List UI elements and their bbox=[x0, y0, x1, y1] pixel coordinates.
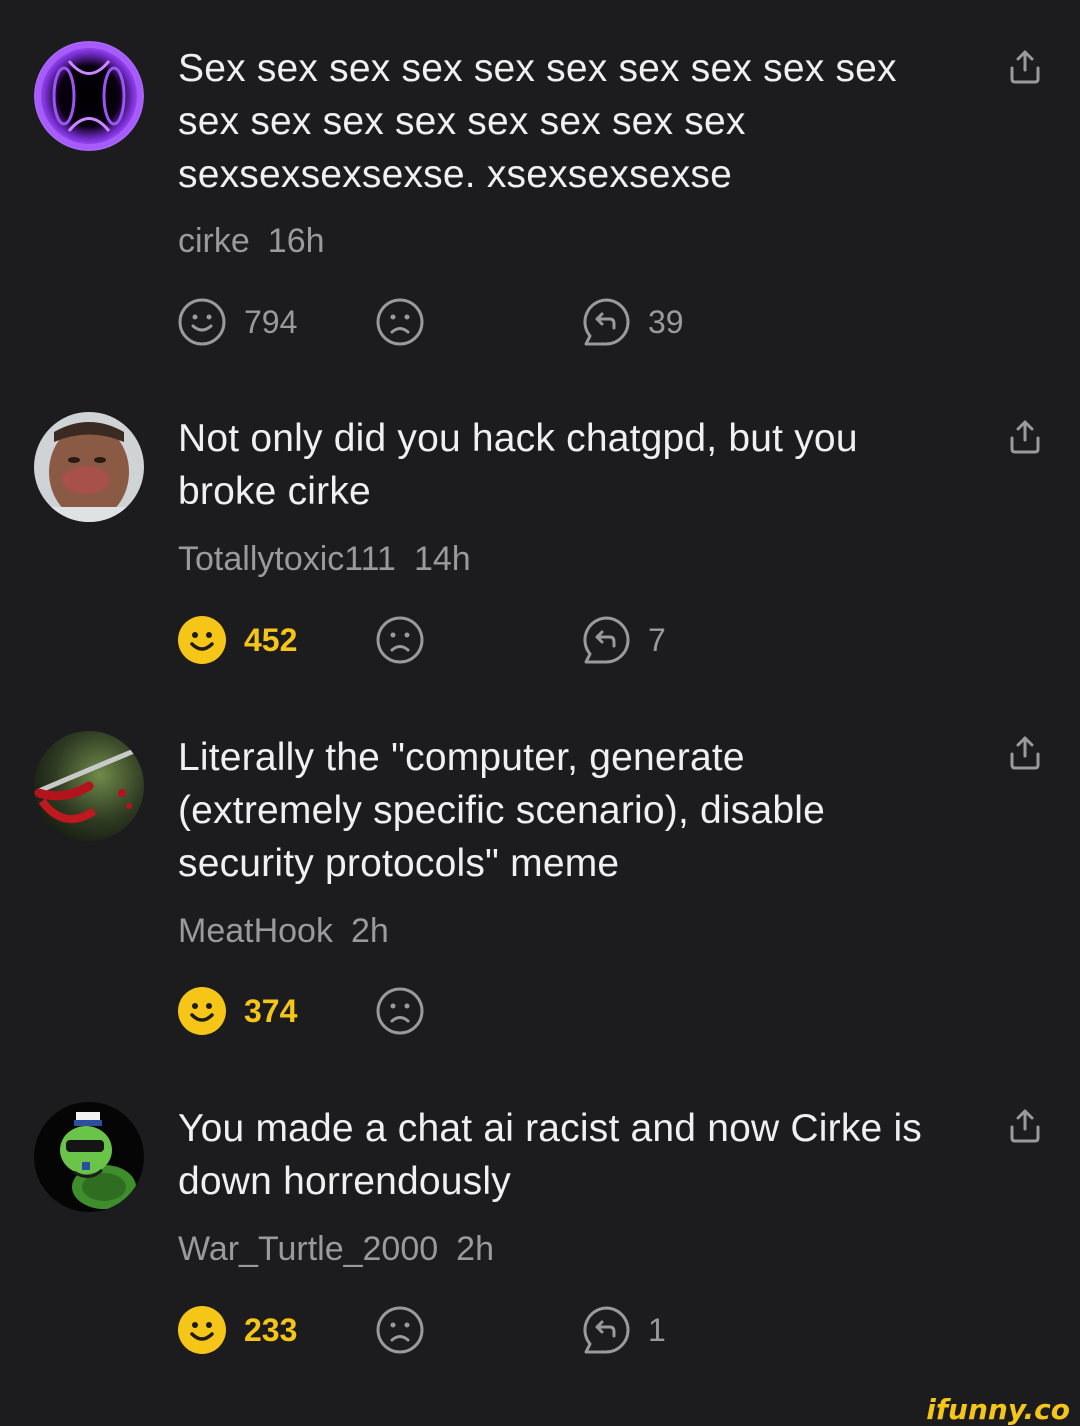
dislike-button[interactable] bbox=[374, 985, 426, 1037]
watermark-logo: ifunny.co bbox=[926, 1393, 1070, 1426]
smile-filled-icon bbox=[178, 616, 226, 664]
reply-count: 39 bbox=[648, 303, 684, 340]
comment-meta: War_Turtle_2000 2h bbox=[178, 1230, 494, 1269]
comment-time: 16h bbox=[267, 222, 325, 260]
comment-time: 14h bbox=[413, 540, 471, 578]
author-name[interactable]: Totallytoxic111 bbox=[178, 540, 396, 578]
comment-actions: 452 7 bbox=[176, 614, 776, 666]
reply-button[interactable]: 7 bbox=[580, 614, 666, 666]
share-icon[interactable] bbox=[1006, 734, 1044, 772]
reply-count: 1 bbox=[648, 1311, 666, 1348]
like-count: 794 bbox=[244, 303, 298, 340]
turtle-sailor-avatar[interactable] bbox=[34, 1102, 144, 1212]
like-button[interactable]: 452 bbox=[176, 614, 297, 666]
reply-icon bbox=[583, 616, 630, 664]
author-name[interactable]: War_Turtle_2000 bbox=[178, 1230, 438, 1268]
smile-icon bbox=[178, 298, 226, 346]
reply-button[interactable]: 39 bbox=[580, 296, 684, 348]
comment-time: 2h bbox=[456, 1230, 494, 1268]
like-count: 374 bbox=[244, 992, 298, 1029]
share-icon[interactable] bbox=[1006, 418, 1044, 456]
smile-filled-icon bbox=[178, 987, 226, 1035]
purple-orb-avatar[interactable] bbox=[34, 41, 144, 151]
face-photo-avatar[interactable] bbox=[34, 412, 144, 522]
comment-time: 2h bbox=[350, 912, 389, 950]
dislike-button[interactable] bbox=[374, 1304, 426, 1356]
like-button[interactable]: 374 bbox=[176, 985, 297, 1037]
author-name[interactable]: cirke bbox=[178, 222, 250, 260]
frown-icon bbox=[376, 987, 424, 1035]
comment-actions: 374 bbox=[176, 985, 776, 1037]
frown-icon bbox=[376, 298, 424, 346]
share-icon[interactable] bbox=[1006, 48, 1044, 86]
comment-actions: 233 1 bbox=[176, 1304, 776, 1356]
like-count: 452 bbox=[244, 621, 298, 658]
comment-text: Sex sex sex sex sex sex sex sex sex sex … bbox=[178, 47, 897, 196]
reply-icon bbox=[583, 1306, 630, 1354]
reply-count: 7 bbox=[648, 621, 666, 658]
meathook-avatar[interactable] bbox=[34, 731, 144, 841]
like-button[interactable]: 233 bbox=[176, 1304, 297, 1356]
comment-meta: cirke 16h bbox=[178, 222, 325, 261]
reply-icon bbox=[583, 298, 630, 346]
comment-actions: 794 39 bbox=[176, 296, 776, 348]
like-count: 233 bbox=[244, 1311, 298, 1348]
comment-meta: Totallytoxic111 14h bbox=[178, 540, 471, 579]
comment-text: Not only did you hack chatgpd, but you b… bbox=[178, 417, 858, 513]
comment-meta: MeatHook 2h bbox=[178, 912, 389, 951]
like-button[interactable]: 794 bbox=[176, 296, 297, 348]
author-name[interactable]: MeatHook bbox=[178, 912, 333, 950]
comment-text: Literally the "computer, generate (extre… bbox=[178, 736, 826, 885]
smile-filled-icon bbox=[178, 1306, 226, 1354]
dislike-button[interactable] bbox=[374, 296, 426, 348]
share-icon[interactable] bbox=[1006, 1107, 1044, 1145]
frown-icon bbox=[376, 616, 424, 664]
dislike-button[interactable] bbox=[374, 614, 426, 666]
reply-button[interactable]: 1 bbox=[580, 1304, 666, 1356]
frown-icon bbox=[376, 1306, 424, 1354]
comment-text: You made a chat ai racist and now Cirke … bbox=[178, 1107, 923, 1203]
